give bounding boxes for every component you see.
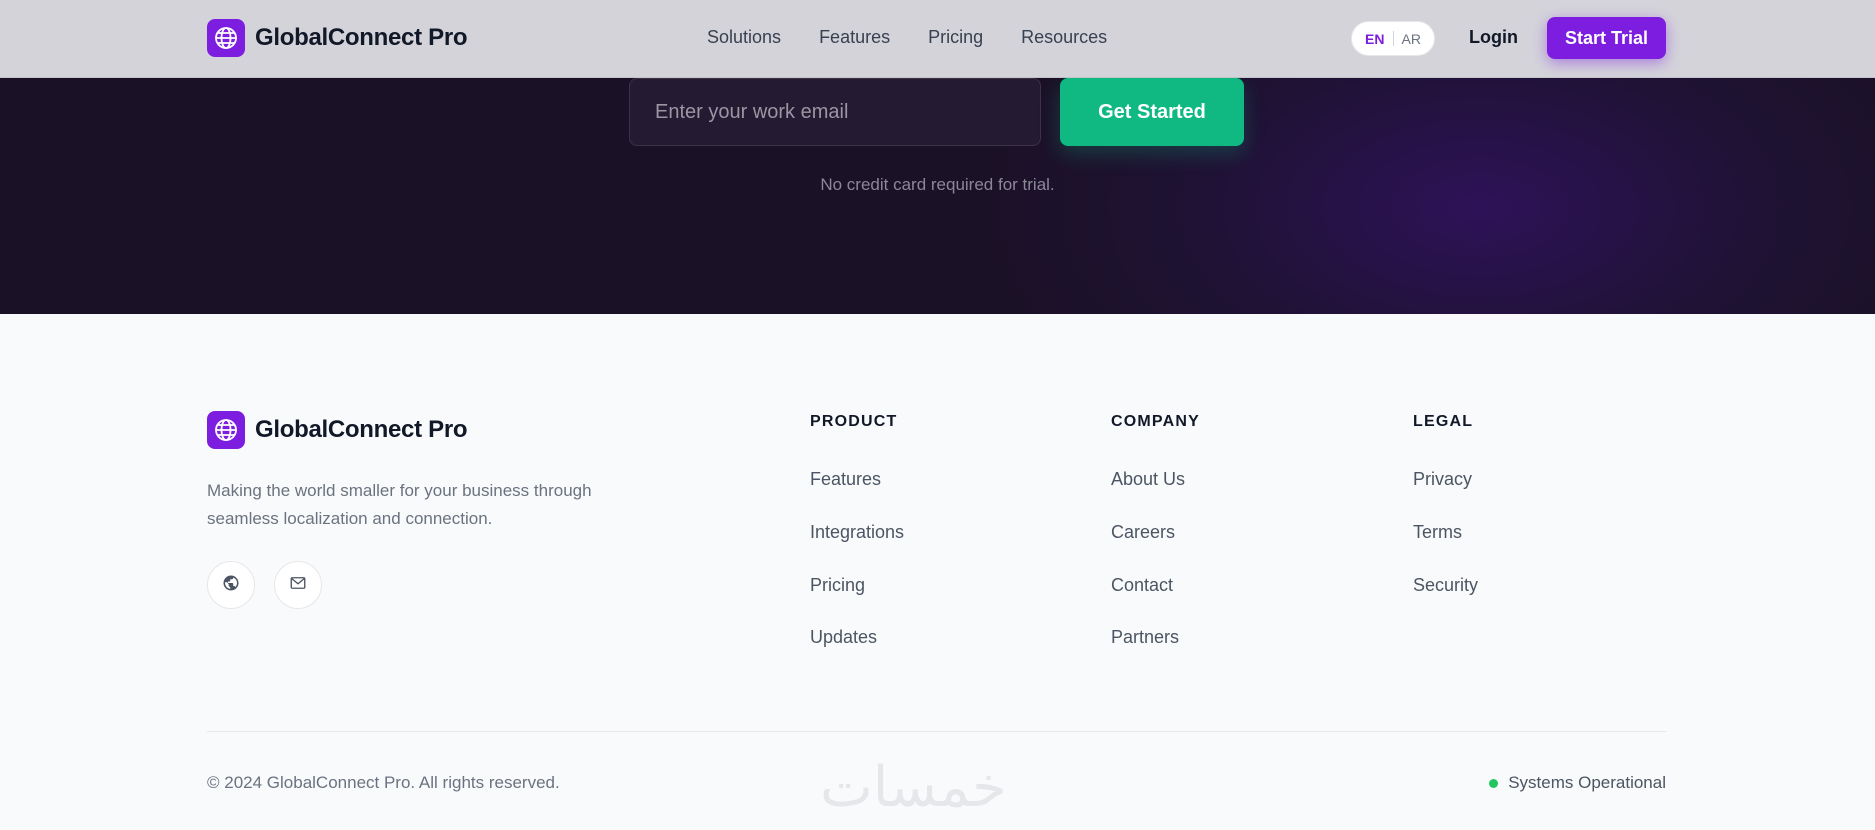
footer-link-partners[interactable]: Partners bbox=[1111, 627, 1179, 648]
main-nav: Solutions Features Pricing Resources bbox=[707, 27, 1107, 48]
footer-brand[interactable]: GlobalConnect Pro bbox=[207, 411, 468, 449]
copyright-text: © 2024 GlobalConnect Pro. All rights res… bbox=[207, 773, 560, 792]
start-trial-button[interactable]: Start Trial bbox=[1547, 17, 1666, 59]
footer-col-company: COMPANY About Us Careers Contact Partner… bbox=[1111, 413, 1200, 647]
col-title-product: PRODUCT bbox=[810, 413, 898, 430]
footer-description: Making the world smaller for your busine… bbox=[207, 481, 592, 528]
status-text: Systems Operational bbox=[1508, 773, 1666, 792]
col-title-legal: LEGAL bbox=[1413, 413, 1474, 430]
cta-section: Get Started No credit card required for … bbox=[0, 78, 1875, 314]
status-dot-icon bbox=[1489, 778, 1499, 788]
watermark: خمسات bbox=[820, 755, 1007, 820]
nav-solutions[interactable]: Solutions bbox=[707, 27, 781, 48]
social-mail-button[interactable] bbox=[274, 561, 322, 609]
login-link[interactable]: Login bbox=[1469, 27, 1518, 48]
system-status: Systems Operational bbox=[1489, 773, 1666, 793]
nav-pricing[interactable]: Pricing bbox=[928, 27, 983, 48]
language-switcher: EN AR bbox=[1351, 21, 1435, 56]
social-globe-button[interactable] bbox=[207, 561, 255, 609]
lang-ar-option[interactable]: AR bbox=[1402, 31, 1421, 47]
globe-icon bbox=[222, 574, 240, 597]
footer-link-careers[interactable]: Careers bbox=[1111, 522, 1175, 543]
mail-icon bbox=[289, 574, 307, 597]
lang-en-option[interactable]: EN bbox=[1365, 31, 1384, 47]
footer-divider bbox=[207, 731, 1666, 732]
footer-link-features[interactable]: Features bbox=[810, 469, 881, 490]
nav-features[interactable]: Features bbox=[819, 27, 890, 48]
footer-col-product: PRODUCT Features Integrations Pricing Up… bbox=[810, 413, 904, 647]
footer-link-terms[interactable]: Terms bbox=[1413, 522, 1462, 543]
top-navbar: GlobalConnect Pro Solutions Features Pri… bbox=[0, 0, 1875, 78]
footer-link-pricing[interactable]: Pricing bbox=[810, 575, 865, 596]
lang-divider bbox=[1392, 31, 1394, 46]
nav-resources[interactable]: Resources bbox=[1021, 27, 1107, 48]
trial-note: No credit card required for trial. bbox=[820, 175, 1055, 194]
footer-link-integrations[interactable]: Integrations bbox=[810, 522, 904, 543]
footer-col-legal: LEGAL Privacy Terms Security bbox=[1413, 413, 1478, 595]
col-title-company: COMPANY bbox=[1111, 413, 1200, 430]
footer-link-about[interactable]: About Us bbox=[1111, 469, 1185, 490]
brand-name: GlobalConnect Pro bbox=[255, 24, 468, 51]
globe-logo-icon bbox=[207, 19, 245, 57]
footer-link-updates[interactable]: Updates bbox=[810, 627, 877, 648]
brand-logo[interactable]: GlobalConnect Pro bbox=[207, 19, 468, 57]
footer-brand-name: GlobalConnect Pro bbox=[255, 416, 468, 443]
footer-link-security[interactable]: Security bbox=[1413, 575, 1478, 596]
footer-link-privacy[interactable]: Privacy bbox=[1413, 469, 1472, 490]
footer-link-contact[interactable]: Contact bbox=[1111, 575, 1173, 596]
work-email-input[interactable] bbox=[629, 78, 1041, 146]
globe-logo-icon bbox=[207, 411, 245, 449]
get-started-button[interactable]: Get Started bbox=[1060, 78, 1244, 146]
